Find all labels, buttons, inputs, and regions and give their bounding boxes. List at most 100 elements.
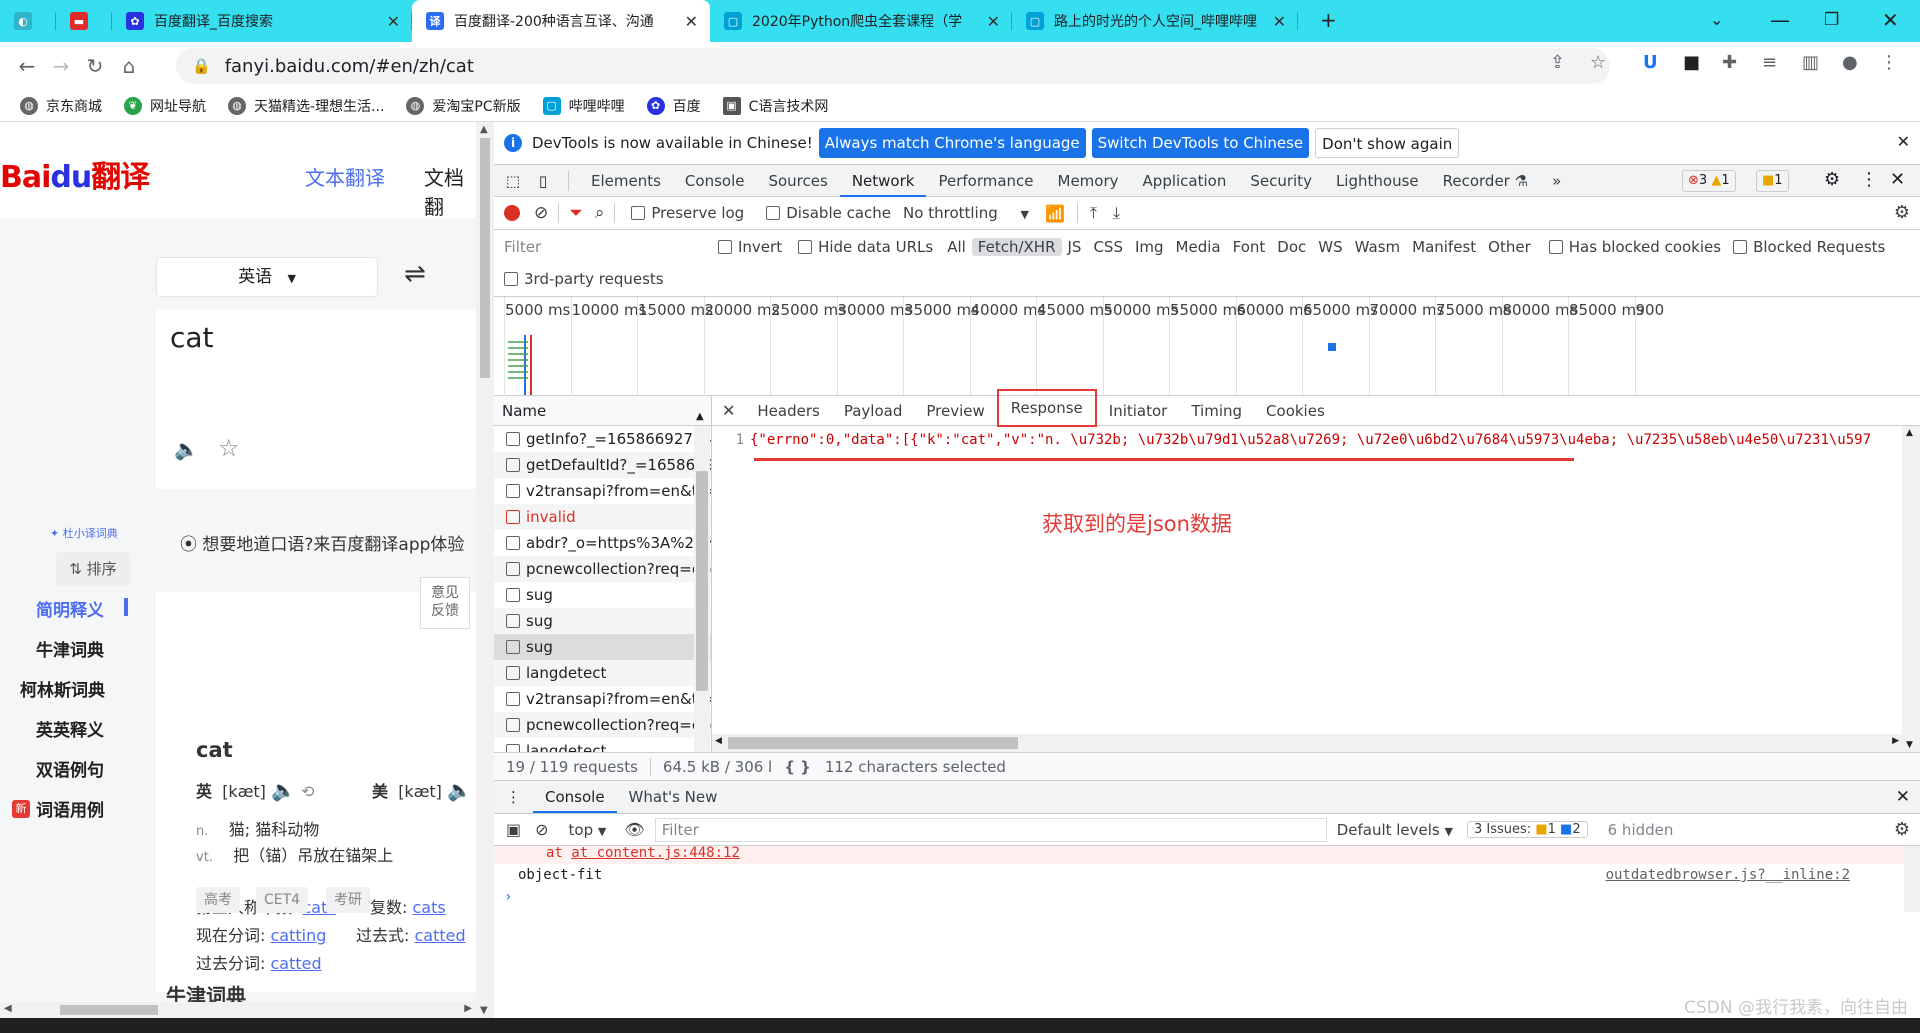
log-source-link[interactable]: outdatedbrowser.js?__inline:2 (1606, 864, 1850, 886)
filter-funnel-icon[interactable]: ⏷ (569, 203, 583, 223)
source-text-input[interactable]: cat 🔈 ☆ (156, 309, 476, 489)
tab-close-icon[interactable]: ✕ (387, 12, 400, 31)
match-language-button[interactable]: Always match Chrome's language (818, 128, 1086, 158)
tab-close-icon[interactable]: ✕ (685, 12, 698, 31)
log-levels-select[interactable]: Default levels ▼ (1337, 821, 1453, 839)
request-row[interactable]: sug (494, 582, 711, 608)
detail-tab-payload[interactable]: Payload (832, 396, 915, 426)
detail-close-icon[interactable]: ✕ (712, 401, 745, 420)
filter-doc[interactable]: Doc (1271, 238, 1312, 256)
blocked-requests-checkbox[interactable]: Blocked Requests (1733, 238, 1885, 256)
network-overview-timeline[interactable]: 5000 ms 10000 ms 15000 ms 20000 ms 25000 ms 3… (494, 296, 1920, 397)
bookmark-hao[interactable]: ❦ 网址导航 (124, 96, 206, 116)
scroll-left-icon[interactable]: ◀ (715, 736, 722, 746)
scroll-right-icon[interactable]: ▶ (464, 1003, 472, 1014)
speaker-icon[interactable]: 🔈 (447, 778, 472, 802)
side-nav-collins[interactable]: 柯林斯词典 (20, 676, 105, 701)
request-row[interactable]: langdetect (494, 660, 711, 686)
network-settings-icon[interactable]: ⚙ (1894, 202, 1910, 223)
issues-counter[interactable]: ■1 (1756, 170, 1789, 192)
back-icon[interactable]: ← (10, 54, 44, 78)
tab-search-icon[interactable]: ⌄ (1710, 10, 1723, 29)
console-settings-icon[interactable]: ⚙ (1894, 819, 1910, 840)
request-row[interactable]: v2transapi?from=en&to=zh (494, 686, 711, 712)
device-toolbar-icon[interactable]: ▯ (528, 172, 558, 190)
forward-icon[interactable]: → (44, 54, 78, 78)
home-icon[interactable]: ⌂ (112, 54, 146, 78)
dict-tip[interactable]: ✦ 杜小译词典 (50, 525, 118, 541)
detail-tab-timing[interactable]: Timing (1179, 396, 1254, 426)
speaker-icon[interactable]: 🔈 (174, 437, 199, 461)
network-conditions-icon[interactable]: 📶 (1045, 204, 1065, 223)
request-row[interactable]: getInfo?_=1658669279439 (494, 426, 711, 452)
infobar-close-icon[interactable]: ✕ (1897, 132, 1910, 151)
side-nav-concise[interactable]: 简明释义 (36, 596, 104, 621)
filter-other[interactable]: Other (1482, 238, 1537, 256)
bookmark-bilibili[interactable]: ▢ 哔哩哔哩 (542, 96, 625, 116)
extension-game-icon[interactable]: ■ (1683, 52, 1700, 73)
detail-tab-response[interactable]: Response (996, 388, 1097, 427)
error-warning-counter[interactable]: ⊗3 ▲1 (1682, 170, 1736, 192)
third-party-checkbox[interactable]: 3rd-party requests (504, 270, 664, 288)
scroll-up-icon[interactable]: ▲ (1906, 428, 1913, 438)
live-expression-eye-icon[interactable]: 👁 (624, 820, 644, 839)
record-icon[interactable] (504, 205, 520, 221)
dont-show-again-button[interactable]: Don't show again (1315, 128, 1460, 158)
scroll-thumb[interactable] (480, 138, 490, 378)
drawer-close-icon[interactable]: ✕ (1896, 787, 1910, 807)
share-icon[interactable]: ⇪ (1550, 52, 1565, 73)
profile-avatar-icon[interactable]: ● (1842, 52, 1858, 73)
drawer-tab-console[interactable]: Console (533, 781, 617, 813)
export-har-icon[interactable]: ⤓ (1113, 203, 1120, 223)
tab-pinned-2[interactable]: ▬ (56, 0, 112, 42)
search-icon[interactable]: ⌕ (595, 203, 605, 223)
filter-fetch-xhr[interactable]: Fetch/XHR (971, 238, 1062, 256)
nav-text-translate[interactable]: 文本翻译 (305, 162, 385, 191)
side-nav-usage[interactable]: 词语用例 (36, 796, 104, 821)
favorite-star-icon[interactable]: ☆ (218, 434, 240, 462)
hide-data-urls-checkbox[interactable]: Hide data URLs (798, 238, 933, 256)
page-vertical-scrollbar[interactable]: ▲ ▼ (476, 122, 494, 1018)
menu-kebab-icon[interactable]: ⋮ (1880, 52, 1898, 73)
request-row[interactable]: getDefaultId?_=16586692794 (494, 452, 711, 478)
detail-tab-preview[interactable]: Preview (914, 396, 996, 426)
drawer-menu-icon[interactable]: ⋮ (494, 788, 533, 806)
request-row[interactable]: sug (494, 608, 711, 634)
page-horizontal-scrollbar[interactable]: ◀ ▶ (0, 1002, 476, 1018)
devtools-menu-icon[interactable]: ⋮ (1860, 169, 1878, 190)
error-source-link[interactable]: at content.js:448:12 (571, 845, 740, 861)
settings-gear-icon[interactable]: ⚙ (1824, 169, 1840, 190)
request-list-scrollbar[interactable] (694, 426, 710, 752)
maximize-icon[interactable]: ❐ (1824, 10, 1839, 30)
more-tabs-icon[interactable]: » (1540, 165, 1573, 197)
console-issues-button[interactable]: 3 Issues: ■1 ■2 (1467, 821, 1588, 838)
extensions-puzzle-icon[interactable]: ✚ (1722, 52, 1737, 73)
tab-elements[interactable]: Elements (579, 165, 673, 197)
bookmark-tmall[interactable]: ◍ 天猫精选-理想生活... (228, 96, 384, 116)
scroll-down-icon[interactable]: ▼ (480, 1005, 488, 1016)
bookmark-star-icon[interactable]: ☆ (1590, 52, 1606, 73)
response-body[interactable]: 1 {"errno":0,"data":[{"k":"cat","v":"n. \… (712, 432, 1902, 448)
throttling-select[interactable]: No throttling ▼ (903, 204, 1029, 222)
source-language-select[interactable]: 英语 ▼ (156, 257, 378, 297)
drawer-tab-whats-new[interactable]: What's New (617, 781, 730, 813)
disable-cache-checkbox[interactable]: Disable cache (766, 204, 891, 222)
filter-ws[interactable]: WS (1312, 238, 1348, 256)
address-bar[interactable]: 🔒 fanyi.baidu.com/#en/zh/cat (176, 48, 1610, 84)
filter-all[interactable]: All (941, 238, 972, 256)
scroll-thumb[interactable] (728, 737, 1018, 749)
tab-console[interactable]: Console (673, 165, 757, 197)
scroll-thumb[interactable] (60, 1005, 158, 1015)
side-nav-examples[interactable]: 双语例句 (36, 756, 104, 781)
tab-recorder[interactable]: Recorder ⚗ (1431, 165, 1540, 197)
filter-wasm[interactable]: Wasm (1349, 238, 1407, 256)
detail-tab-cookies[interactable]: Cookies (1254, 396, 1337, 426)
app-promo-banner[interactable]: ⦿ 想要地道口语?来百度翻译app体验 (180, 530, 464, 555)
tab-pinned-1[interactable]: ◐ (0, 0, 56, 42)
scroll-up-icon[interactable]: ▲ (480, 124, 488, 135)
tab-bilibili-course[interactable]: ▢ 2020年Python爬虫全套课程（学 ✕ (710, 0, 1012, 42)
side-nav-oxford[interactable]: 牛津词典 (36, 636, 104, 661)
invert-checkbox[interactable]: Invert (718, 238, 782, 256)
tab-close-icon[interactable]: ✕ (1273, 12, 1286, 31)
context-select[interactable]: top ▼ (569, 821, 607, 839)
